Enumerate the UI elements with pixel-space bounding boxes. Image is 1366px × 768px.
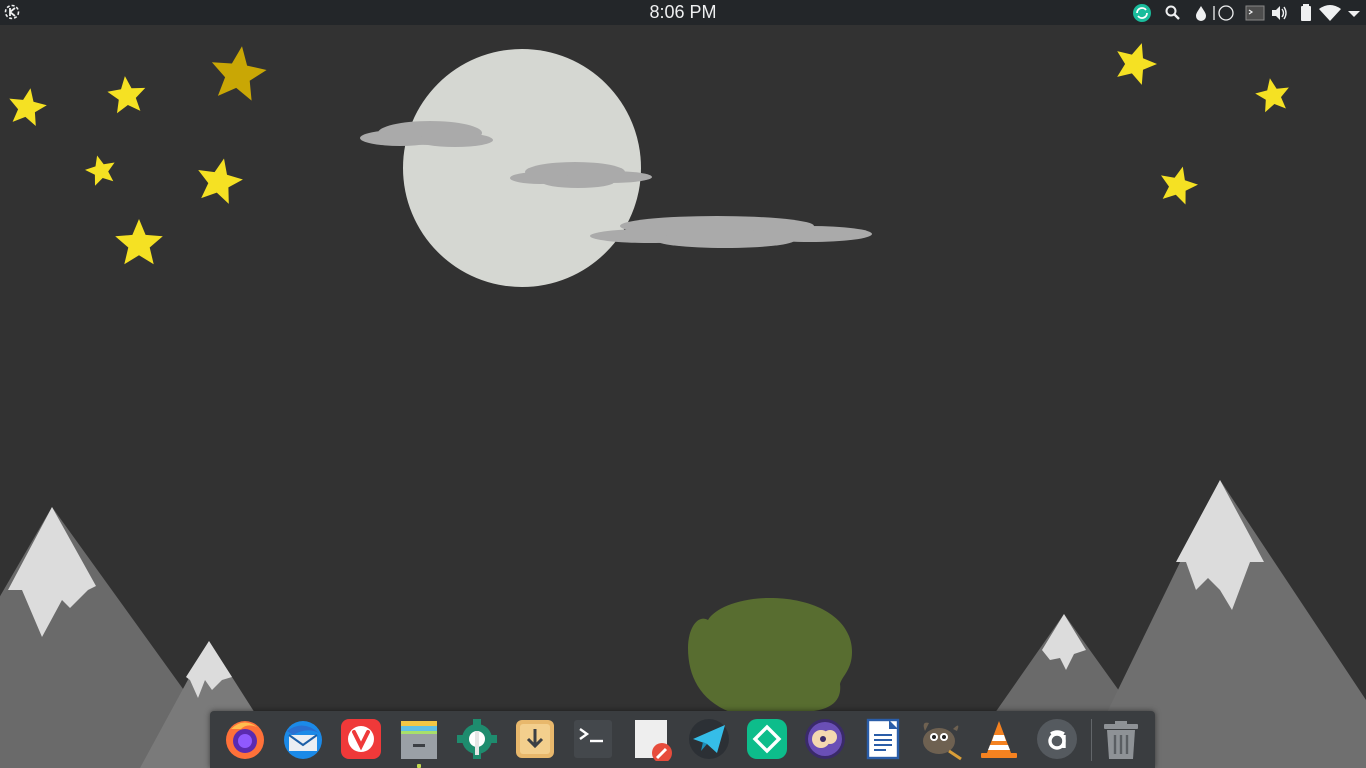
trash-icon[interactable] — [1099, 717, 1143, 761]
clock[interactable]: 8:06 PM — [583, 0, 783, 25]
vlc-icon[interactable] — [977, 717, 1021, 761]
star — [115, 219, 163, 265]
music-player-icon[interactable] — [803, 717, 847, 761]
firefox-icon[interactable] — [223, 717, 267, 761]
software-manager-icon[interactable] — [455, 717, 499, 761]
gimp-icon[interactable] — [919, 717, 963, 761]
thunderbird-icon[interactable] — [281, 717, 325, 761]
star — [1161, 166, 1198, 205]
volume-icon[interactable] — [1270, 3, 1290, 23]
vivaldi-icon[interactable] — [339, 717, 383, 761]
battery-icon[interactable] — [1296, 3, 1316, 23]
star — [9, 88, 47, 126]
download-manager-icon[interactable] — [513, 717, 557, 761]
star — [198, 158, 243, 204]
color-picker-icon[interactable] — [1191, 3, 1211, 23]
sync-icon[interactable] — [1132, 3, 1152, 23]
tree — [688, 598, 852, 712]
star — [1117, 43, 1157, 85]
search-icon[interactable] — [1163, 3, 1183, 23]
tray-expand-icon[interactable] — [1344, 3, 1364, 23]
running-indicator — [417, 764, 421, 768]
writer-icon[interactable] — [861, 717, 905, 761]
cloud — [590, 216, 872, 248]
telegram-icon[interactable] — [687, 717, 731, 761]
element-icon[interactable] — [745, 717, 789, 761]
star — [211, 46, 267, 101]
dock — [210, 711, 1155, 768]
dock-separator — [1091, 719, 1092, 761]
star — [85, 155, 115, 186]
night-mode-icon[interactable] — [1212, 3, 1234, 23]
star — [107, 76, 146, 114]
kde-logo-icon[interactable] — [4, 3, 22, 21]
terminal-icon[interactable] — [571, 717, 615, 761]
text-editor-icon[interactable] — [629, 717, 673, 763]
desktop-wallpaper — [0, 43, 1366, 768]
file-manager-icon[interactable] — [397, 717, 441, 761]
terminal-dropdown-icon[interactable] — [1245, 3, 1265, 23]
top-panel: 8:06 PM — [0, 0, 1366, 25]
amarok-icon[interactable] — [1035, 717, 1079, 761]
wifi-icon[interactable] — [1318, 3, 1341, 23]
star — [1255, 78, 1289, 113]
